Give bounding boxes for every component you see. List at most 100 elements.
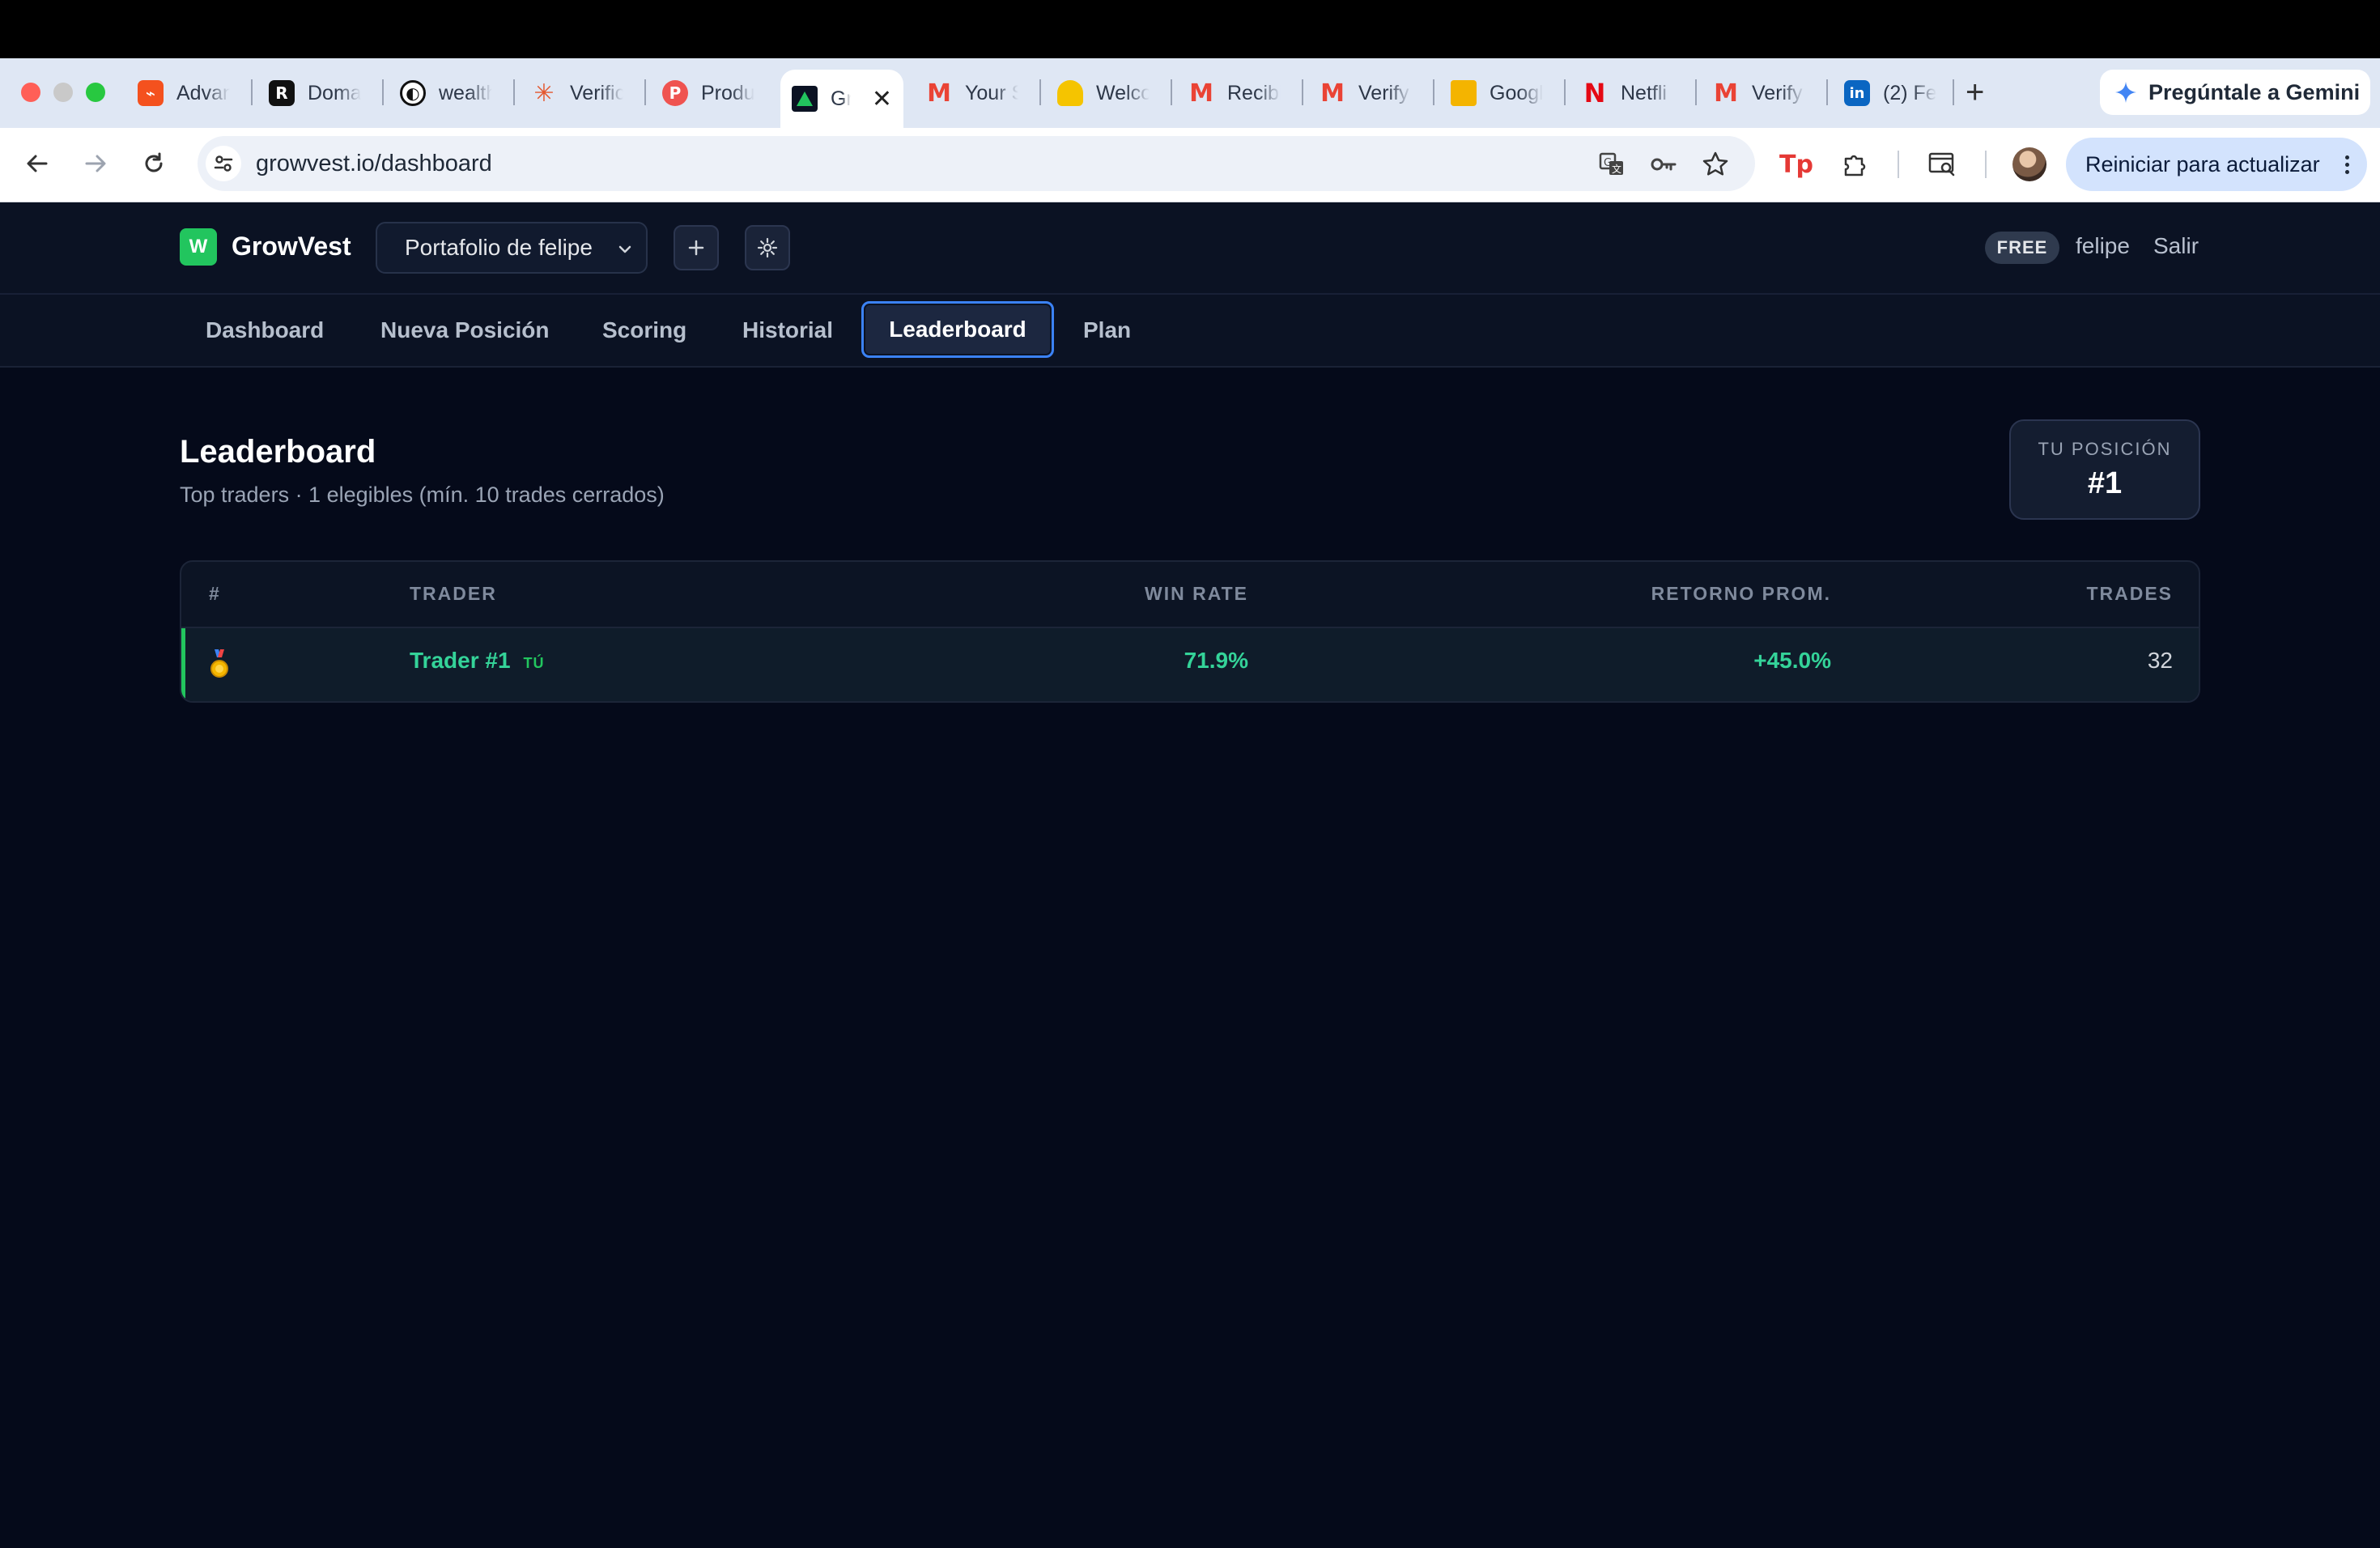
browser-tab[interactable]: in (2) Fe — [1833, 71, 1948, 115]
tab-separator — [382, 79, 384, 105]
nav-new-position[interactable]: Nueva Posición — [380, 317, 550, 343]
extensions-puzzle-icon[interactable] — [1838, 147, 1872, 181]
logout-link[interactable]: Salir — [2153, 233, 2199, 259]
nav-history[interactable]: Historial — [742, 317, 833, 343]
google-meet-icon — [1451, 80, 1477, 106]
browser-tab[interactable]: ⌁ Advan — [126, 71, 241, 115]
position-label: TU POSICIÓN — [2038, 438, 2172, 459]
new-tab-icon[interactable]: + — [1966, 74, 1984, 110]
svg-text:文: 文 — [1612, 163, 1621, 175]
leaderboard-table: # TRADER WIN RATE RETORNO PROM. TRADES T… — [180, 560, 2200, 703]
url-text[interactable]: growvest.io/dashboard — [256, 151, 492, 177]
back-icon[interactable] — [21, 147, 53, 180]
reload-icon[interactable] — [138, 147, 170, 180]
forward-icon[interactable] — [79, 147, 112, 180]
tab-separator — [1433, 79, 1434, 105]
site-info-icon[interactable] — [206, 146, 241, 181]
browser-tab[interactable]: M Recibi — [1177, 71, 1292, 115]
tab-separator — [1826, 79, 1828, 105]
domain-icon: R — [269, 80, 295, 106]
gold-medal-icon — [210, 649, 228, 678]
nav-plan[interactable]: Plan — [1083, 317, 1131, 343]
extension-tp-icon[interactable]: Tp — [1779, 147, 1813, 181]
tab-separator — [1564, 79, 1566, 105]
chevron-down-icon — [618, 245, 631, 253]
wealth-icon: ◐ — [400, 80, 426, 106]
translate-icon[interactable]: G文 — [1596, 149, 1627, 180]
app-logo[interactable]: W — [180, 228, 217, 266]
claude-icon: ✳ — [533, 79, 555, 108]
brand-name[interactable]: GrowVest — [232, 232, 351, 262]
browser-tab[interactable]: ◐ wealth — [389, 71, 504, 115]
nav-leaderboard[interactable]: Leaderboard — [861, 301, 1054, 358]
nav-scoring[interactable]: Scoring — [602, 317, 686, 343]
restart-update-button[interactable]: Reiniciar para actualizar — [2066, 138, 2367, 191]
tab-separator — [1039, 79, 1041, 105]
gemini-star-icon — [2115, 82, 2136, 103]
tab-separator — [251, 79, 253, 105]
plus-icon — [688, 240, 704, 256]
tab-search-icon[interactable] — [1925, 147, 1959, 181]
browser-tab[interactable]: R Doma — [257, 71, 372, 115]
advan-icon: ⌁ — [138, 80, 164, 106]
gear-icon — [757, 237, 778, 258]
browser-tab[interactable]: P Produ — [651, 71, 766, 115]
portfolio-select[interactable]: Portafolio de felipe — [376, 222, 648, 274]
toolbar-separator — [1985, 151, 1987, 178]
table-header: # TRADER WIN RATE RETORNO PROM. TRADES — [181, 562, 2199, 628]
profile-avatar[interactable] — [2012, 147, 2046, 181]
tab-separator — [513, 79, 515, 105]
growvest-icon — [792, 86, 818, 112]
gmail-icon: M — [1320, 79, 1345, 108]
tab-separator — [644, 79, 646, 105]
plan-badge: FREE — [1985, 232, 2059, 264]
close-window-button[interactable] — [21, 83, 40, 102]
tab-separator — [1171, 79, 1172, 105]
toolbar-separator — [1898, 151, 1899, 178]
browser-tab[interactable]: N Netfli — [1570, 71, 1685, 115]
browser-tab[interactable]: ✳ Verific — [520, 71, 635, 115]
browser-tab[interactable]: M Verify — [1308, 71, 1423, 115]
gmail-icon: M — [927, 79, 951, 108]
gemini-button[interactable]: Pregúntale a Gemini — [2100, 70, 2370, 115]
col-avg-return: RETORNO PROM. — [1651, 583, 1831, 604]
trader-cell[interactable]: Trader #1 TÚ — [410, 648, 545, 674]
bookmark-star-icon[interactable] — [1700, 149, 1731, 180]
producthunt-icon: P — [662, 80, 688, 106]
col-win-rate: WIN RATE — [1144, 583, 1248, 604]
position-value: #1 — [2087, 466, 2123, 500]
col-trades: TRADES — [2086, 583, 2173, 604]
col-trader: TRADER — [410, 583, 497, 604]
close-tab-icon[interactable]: ✕ — [872, 85, 892, 113]
you-badge: TÚ — [523, 655, 545, 671]
main-nav — [0, 295, 2380, 368]
tab-separator — [1953, 79, 1954, 105]
browser-tab[interactable]: Welco — [1046, 71, 1161, 115]
browser-tab-active[interactable]: Gr ✕ — [780, 70, 903, 128]
avg-return-cell: +45.0% — [1753, 648, 1831, 673]
minimize-window-button[interactable] — [53, 83, 73, 102]
nav-dashboard[interactable]: Dashboard — [206, 317, 324, 343]
portfolio-settings-button[interactable] — [745, 225, 790, 270]
page-title: Leaderboard — [180, 434, 376, 470]
trades-cell: 32 — [2147, 648, 2173, 673]
tab-separator — [1302, 79, 1303, 105]
browser-tab[interactable]: Googl — [1439, 71, 1554, 115]
browser-tab[interactable]: M Verify — [1702, 71, 1817, 115]
add-portfolio-button[interactable] — [674, 225, 719, 270]
welcome-icon — [1057, 80, 1083, 106]
tab-separator — [1695, 79, 1697, 105]
maximize-window-button[interactable] — [86, 83, 105, 102]
more-menu-icon[interactable] — [2345, 155, 2349, 174]
table-row[interactable]: Trader #1 TÚ 71.9% +45.0% 32 — [181, 628, 2199, 701]
username[interactable]: felipe — [2076, 233, 2130, 259]
page-subtitle: Top traders · 1 elegibles (mín. 10 trade… — [180, 483, 665, 507]
browser-tab[interactable]: M Your S — [915, 71, 1030, 115]
linkedin-icon: in — [1844, 80, 1870, 106]
netflix-icon: N — [1583, 78, 1606, 108]
col-rank: # — [209, 583, 221, 604]
password-key-icon[interactable] — [1648, 149, 1679, 180]
gmail-icon: M — [1714, 79, 1738, 108]
win-rate-cell: 71.9% — [1184, 648, 1248, 673]
gmail-icon: M — [1189, 79, 1213, 108]
